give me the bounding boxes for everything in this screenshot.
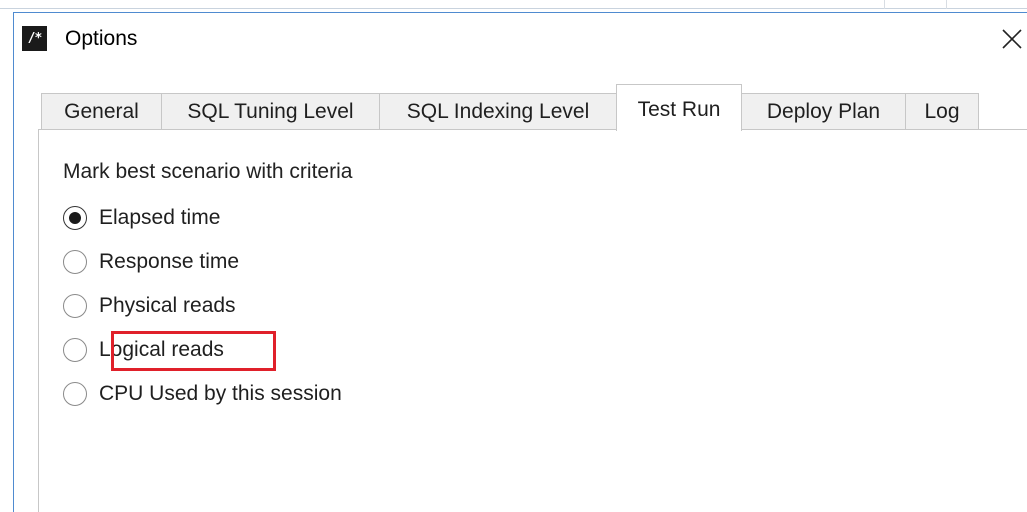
radio-button[interactable]	[63, 250, 87, 274]
title-bar: /* Options	[14, 13, 1027, 65]
tab-general[interactable]: General	[41, 93, 162, 130]
options-dialog: /* Options General SQL Tuning Level SQL …	[13, 12, 1027, 512]
radio-label[interactable]: CPU Used by this session	[99, 379, 342, 409]
screen: /* Options General SQL Tuning Level SQL …	[0, 0, 1027, 512]
window-title: Options	[65, 27, 138, 50]
background-divider	[946, 0, 947, 9]
close-button[interactable]	[997, 23, 1027, 55]
tab-test-run[interactable]: Test Run	[616, 84, 742, 131]
app-icon: /*	[22, 26, 47, 51]
radio-selected-dot	[69, 212, 81, 224]
radio-label[interactable]: Logical reads	[99, 335, 224, 365]
app-icon-glyph: /*	[27, 31, 43, 46]
tab-log[interactable]: Log	[905, 93, 979, 130]
tab-deploy-plan[interactable]: Deploy Plan	[741, 93, 906, 130]
tab-sql-tuning-level[interactable]: SQL Tuning Level	[161, 93, 380, 130]
test-run-panel: Mark best scenario with criteria Elapsed…	[38, 129, 1027, 512]
background-window-edge	[0, 8, 1027, 9]
close-icon	[1002, 29, 1022, 49]
criteria-group-label: Mark best scenario with criteria	[63, 160, 353, 183]
radio-label[interactable]: Elapsed time	[99, 203, 220, 233]
radio-label[interactable]: Response time	[99, 247, 239, 277]
radio-button[interactable]	[63, 338, 87, 362]
radio-button[interactable]	[63, 206, 87, 230]
background-divider	[884, 0, 885, 9]
radio-button[interactable]	[63, 294, 87, 318]
tab-sql-indexing-level[interactable]: SQL Indexing Level	[379, 93, 617, 130]
radio-button[interactable]	[63, 382, 87, 406]
radio-label[interactable]: Physical reads	[99, 291, 236, 321]
